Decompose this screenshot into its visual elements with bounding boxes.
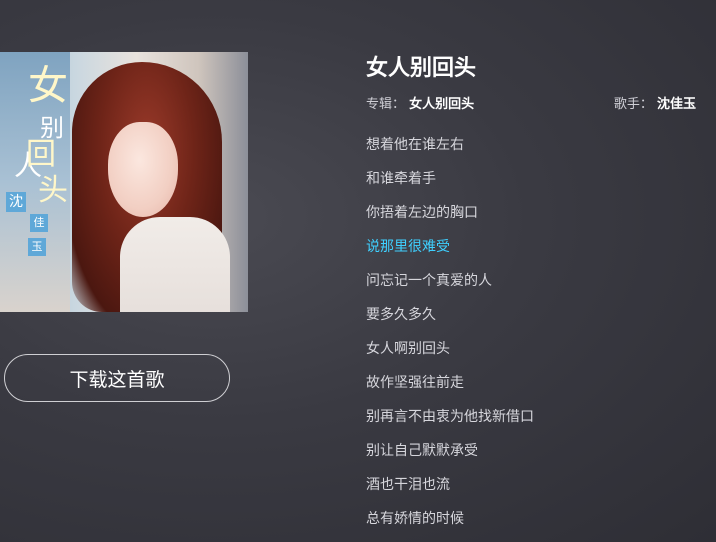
album-label: 专辑： (366, 97, 406, 112)
lyric-line: 别再言不由衷为他找新借口 (366, 409, 534, 425)
lyric-line: 你捂着左边的胸口 (366, 205, 478, 221)
lyric-line: 问忘记一个真爱的人 (366, 273, 492, 289)
cover-face (108, 122, 178, 217)
lyric-line: 酒也干泪也流 (366, 477, 450, 493)
cover-artist-char: 玉 (28, 238, 46, 256)
lyric-line: 想着他在谁左右 (366, 137, 464, 153)
cover-body (120, 217, 230, 312)
lyric-line: 要多久多久 (366, 307, 436, 323)
album-name[interactable]: 女人别回头 (409, 97, 474, 112)
album-info: 专辑： 女人别回头 (366, 93, 474, 112)
cover-artist-char: 佳 (30, 214, 48, 232)
cover-title-char: 女 (28, 63, 68, 109)
song-title: 女人别回头 (366, 56, 477, 81)
lyric-line-active: 说那里很难受 (366, 239, 450, 255)
lyrics-list: 想着他在谁左右 和谁牵着手 你捂着左边的胸口 说那里很难受 问忘记一个真爱的人 … (366, 136, 534, 542)
download-song-button[interactable]: 下载这首歌 (4, 354, 230, 402)
lyric-line: 别让自己默默承受 (366, 443, 478, 459)
artist-label: 歌手： (613, 97, 653, 112)
album-cover: 女 人 别 回 头 沈 佳 玉 (0, 52, 248, 312)
lyric-line: 总有娇情的时候 (366, 511, 464, 527)
cover-title-char: 回 (26, 137, 56, 172)
lyric-line: 故作坚强往前走 (366, 375, 464, 391)
lyric-line: 和谁牵着手 (366, 171, 436, 187)
artist-name[interactable]: 沈佳玉 (657, 97, 696, 112)
lyric-line: 女人啊别回头 (366, 341, 450, 357)
cover-title-char: 头 (38, 173, 68, 208)
cover-artist-char: 沈 (6, 192, 26, 212)
artist-info: 歌手： 沈佳玉 (614, 93, 696, 112)
